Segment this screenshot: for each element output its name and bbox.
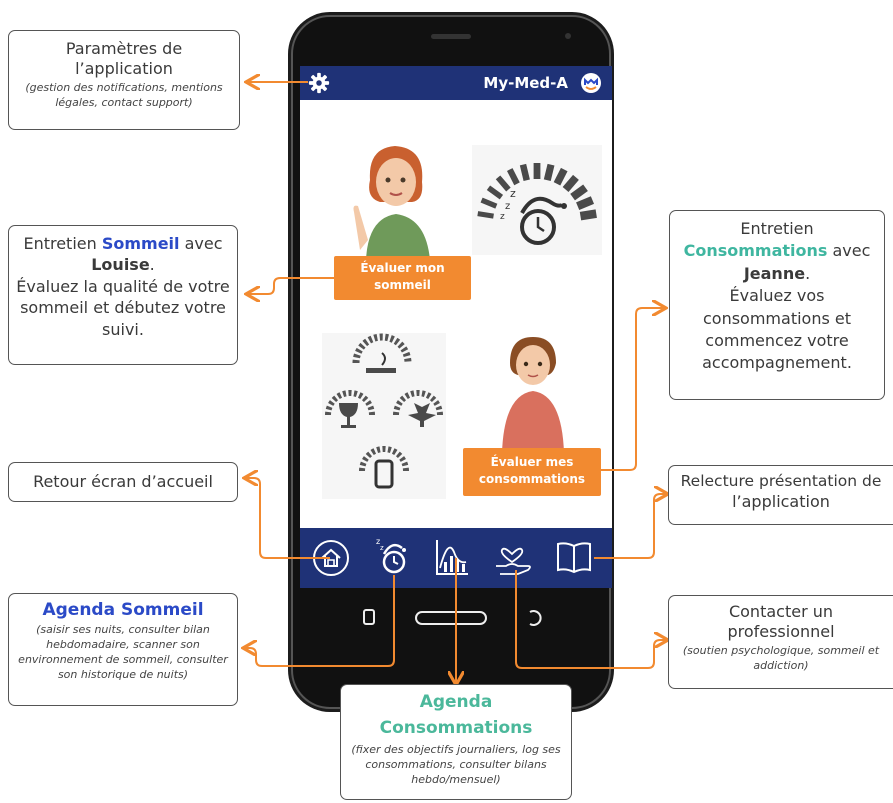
consumption-agenda-note: (fixer des objectifs journaliers, log se… <box>351 742 561 787</box>
callout-consumption-interview: Entretien Consommations avec Jeanne. Éva… <box>669 210 885 400</box>
callout-sleep-agenda: Agenda Sommeil (saisir ses nuits, consul… <box>8 593 238 706</box>
consumption-keyword: Consommations <box>683 241 828 261</box>
callout-sleep-interview: Entretien Sommeil avec Louise. Évaluez l… <box>8 225 238 365</box>
professional-note: (soutien psychologique, sommeil et addic… <box>682 643 880 673</box>
sleep-agenda-title: Agenda Sommeil <box>42 600 204 620</box>
callout-settings: Paramètres de l’application (gestion des… <box>8 30 240 130</box>
callout-consumption-agenda: Agenda Consommations (fixer des objectif… <box>340 684 572 800</box>
sleep-keyword: Sommeil <box>101 234 180 253</box>
callout-presentation: Relecture présentation de l’application <box>668 465 893 525</box>
sleep-agenda-note: (saisir ses nuits, consulter bilan hebdo… <box>18 622 228 682</box>
louise-name: Louise <box>91 255 150 275</box>
jeanne-name: Jeanne <box>743 263 806 283</box>
callout-professional: Contacter un professionnel (soutien psyc… <box>668 595 893 689</box>
callout-settings-note: (gestion des notifications, mentions lég… <box>25 80 223 110</box>
callout-home: Retour écran d’accueil <box>8 462 238 502</box>
callout-settings-title-2: l’application <box>75 59 173 79</box>
callout-settings-title-1: Paramètres de <box>65 39 183 58</box>
